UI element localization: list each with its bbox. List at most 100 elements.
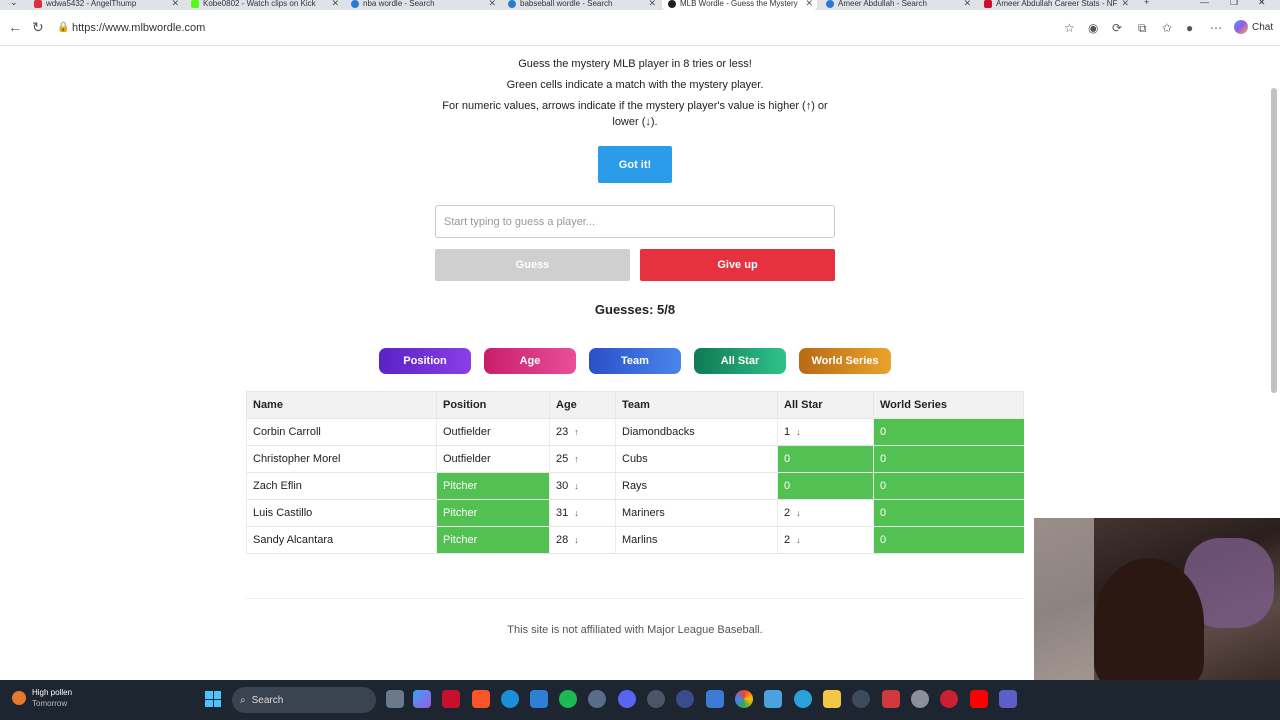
app-icon[interactable] [647,690,665,708]
app-icon[interactable] [676,690,694,708]
browser-tab[interactable]: babseball wordle - Search ✕ [502,0,660,10]
cell-allstar: 1 ↓ [777,418,874,446]
hint-age-button[interactable]: Age [484,348,576,374]
windows-start-icon[interactable] [205,691,221,707]
arrow-up-icon: ↑ [574,427,579,437]
browser-tab[interactable]: nba wordle - Search ✕ [345,0,500,10]
tab-label: Ameer Abdullah Career Stats - NF [996,0,1118,8]
table-header-row: Name Position Age Team All Star World Se… [246,391,1024,419]
cell-world-series: 0 [873,472,1024,500]
player-search-input[interactable] [435,205,835,238]
edge-icon[interactable] [501,690,519,708]
extension-icon[interactable]: ◉ [1088,21,1098,35]
tab-label: MLB Wordle - Guess the Mystery [680,0,798,8]
tab-menu-chevron-icon[interactable]: ⌄ [10,0,18,8]
age-value: 31 [556,507,569,519]
favorite-star-icon[interactable]: ☆ [1064,21,1075,35]
browser-tab-active[interactable]: MLB Wordle - Guess the Mystery ✕ [662,0,817,10]
opera-icon[interactable] [940,690,958,708]
tab-close-icon[interactable]: ✕ [805,0,813,9]
cell-name: Sandy Alcantara [246,526,437,554]
app-icon[interactable] [764,690,782,708]
search-favicon-icon [351,0,359,8]
back-arrow-icon[interactable]: ← [8,19,22,35]
guess-table: Name Position Age Team All Star World Se… [246,391,1024,554]
cell-allstar: 2 ↓ [777,499,874,527]
address-bar: ← ↻ 🔒 https://www.mlbwordle.com ☆ ◉ ⟳ ⧉ … [0,10,1280,46]
browser-tab[interactable]: Kobe0802 - Watch clips on Kick ✕ [185,0,343,10]
brave-icon[interactable] [472,690,490,708]
profile-avatar-icon[interactable]: ● [1186,21,1193,35]
copilot-chat-button[interactable]: Chat [1234,20,1273,34]
minimize-icon[interactable]: — [1200,0,1209,7]
browser-tab[interactable]: Ameer Abdullah Career Stats - NF ✕ [978,0,1133,10]
discord-icon[interactable] [618,690,636,708]
favorites-icon[interactable]: ✩ [1162,21,1172,35]
tab-close-icon[interactable]: ✕ [1121,0,1129,9]
cell-name: Corbin Carroll [246,418,437,446]
maximize-icon[interactable]: ❐ [1230,0,1238,8]
header-age: Age [549,391,616,419]
cell-team: Cubs [615,445,778,473]
browser-tab[interactable]: wdwa5432 - AngelThump ✕ [28,0,183,10]
cell-world-series: 0 [873,499,1024,527]
task-view-icon[interactable] [386,690,404,708]
tab-close-icon[interactable]: ✕ [648,0,656,9]
got-it-button[interactable]: Got it! [598,146,672,183]
cell-age: 31 ↓ [549,499,616,527]
chrome-icon[interactable] [735,690,753,708]
tab-close-icon[interactable]: ✕ [171,0,179,9]
tab-label: babseball wordle - Search [520,0,613,8]
taskbar-search[interactable]: ⌕ Search [232,687,376,713]
weather-widget[interactable]: High pollen Tomorrow [12,687,72,709]
hint-team-button[interactable]: Team [589,348,681,374]
file-explorer-icon[interactable] [823,690,841,708]
table-row: Luis Castillo Pitcher 31 ↓ Mariners 2 ↓ 0 [246,499,1024,527]
refresh-icon[interactable]: ↻ [32,19,44,36]
spotify-icon[interactable] [559,690,577,708]
pollen-icon [12,691,26,705]
give-up-button[interactable]: Give up [640,249,835,281]
webcam-overlay [1034,518,1280,680]
age-value: 23 [556,426,569,438]
hint-allstar-button[interactable]: All Star [694,348,786,374]
new-tab-plus-icon[interactable]: + [1144,0,1149,7]
guess-button[interactable]: Guess [435,249,630,281]
app-icon[interactable] [911,690,929,708]
more-menu-icon[interactable]: ⋯ [1210,21,1222,35]
app-icon[interactable] [442,690,460,708]
webcam-person-shape [1094,558,1204,680]
tab-close-icon[interactable]: ✕ [331,0,339,9]
url-field[interactable]: https://www.mlbwordle.com [72,22,205,34]
media-player-icon[interactable] [852,690,870,708]
weather-title: High pollen [32,688,73,697]
allstar-value: 2 [784,507,791,519]
teams-icon[interactable] [999,690,1017,708]
tab-favicon-icon [34,0,42,8]
copilot-taskbar-icon[interactable] [413,690,431,708]
split-screen-icon[interactable]: ⧉ [1138,21,1147,36]
page-scrollbar[interactable] [1271,88,1277,393]
app-icon[interactable] [588,690,606,708]
tab-close-icon[interactable]: ✕ [488,0,496,9]
arrow-up-icon: ↑ [574,454,579,464]
app-icon[interactable] [882,690,900,708]
cell-team: Rays [615,472,778,500]
tab-close-icon[interactable]: ✕ [963,0,971,9]
header-name: Name [246,391,437,419]
cell-team: Mariners [615,499,778,527]
close-window-icon[interactable]: ✕ [1258,0,1266,8]
footer-divider [246,598,1024,599]
browser-tab[interactable]: Ameer Abdullah - Search ✕ [820,0,975,10]
cell-world-series: 0 [873,445,1024,473]
hint-position-button[interactable]: Position [379,348,471,374]
lock-icon[interactable]: 🔒 [57,22,69,33]
search-icon: ⌕ [240,694,246,706]
photos-icon[interactable] [530,690,548,708]
telegram-icon[interactable] [794,690,812,708]
extension-refresh-icon[interactable]: ⟳ [1112,21,1122,35]
cell-world-series: 0 [873,526,1024,554]
app-icon[interactable] [706,690,724,708]
hint-world-series-button[interactable]: World Series [799,348,891,374]
youtube-icon[interactable] [970,690,988,708]
